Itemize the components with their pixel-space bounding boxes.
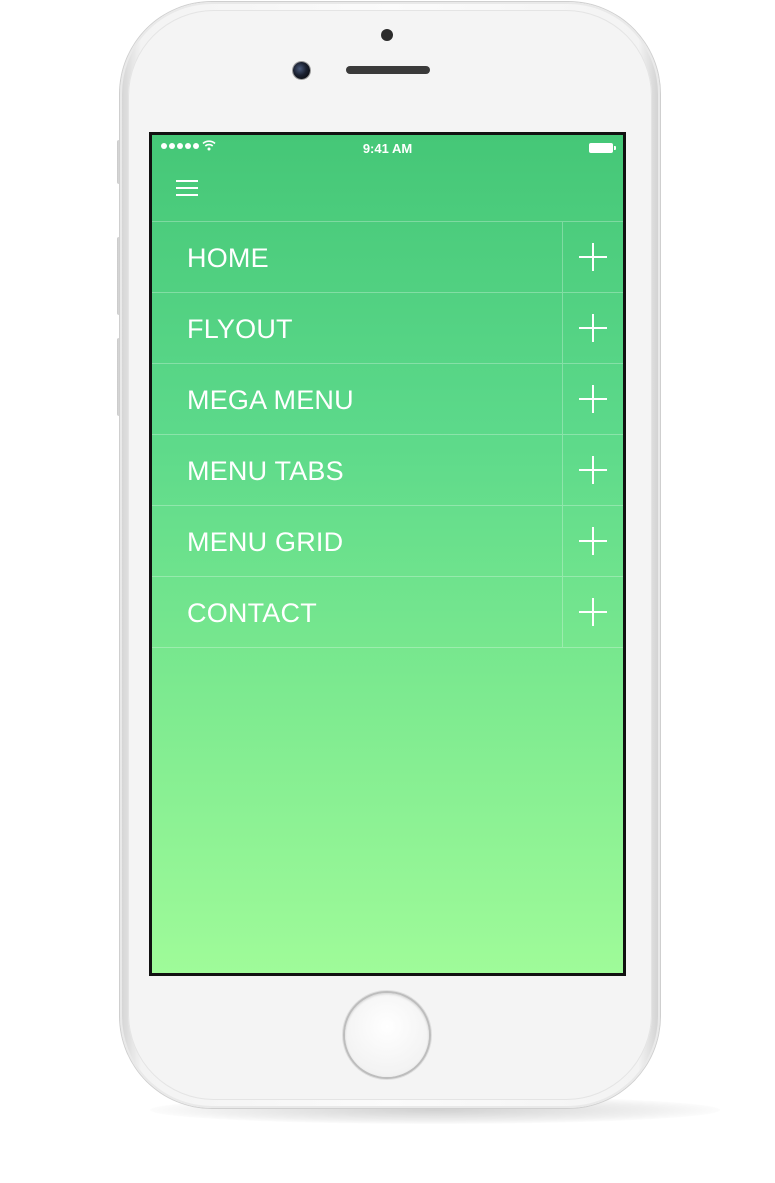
plus-icon — [579, 314, 607, 342]
expand-button[interactable] — [562, 222, 623, 292]
hamburger-menu-icon[interactable] — [176, 180, 198, 196]
plus-icon — [579, 385, 607, 413]
menu-item-label: MEGA MENU — [187, 385, 354, 415]
battery-icon — [589, 143, 616, 153]
expand-button[interactable] — [562, 506, 623, 576]
menu-item-label: MENU GRID — [187, 527, 344, 557]
plus-icon — [579, 456, 607, 484]
front-camera-icon — [293, 62, 310, 79]
phone-screen: 9:41 AM HOME FLYOUT MEGA MENU MENU TABS … — [149, 132, 626, 976]
expand-button[interactable] — [562, 577, 623, 647]
device-mockup: 9:41 AM HOME FLYOUT MEGA MENU MENU TABS … — [0, 0, 775, 1183]
menu-item-menu-tabs[interactable]: MENU TABS — [152, 434, 623, 505]
menu-item-label: CONTACT — [187, 598, 317, 628]
menu-item-label: FLYOUT — [187, 314, 293, 344]
expand-button[interactable] — [562, 435, 623, 505]
home-button[interactable] — [345, 993, 429, 1077]
proximity-sensor — [381, 29, 393, 41]
earpiece-speaker — [346, 66, 430, 74]
status-time: 9:41 AM — [362, 141, 413, 156]
menu-item-label: MENU TABS — [187, 456, 344, 486]
plus-icon — [579, 243, 607, 271]
menu-item-flyout[interactable]: FLYOUT — [152, 292, 623, 363]
status-bar: 9:41 AM — [152, 135, 623, 161]
menu-item-mega-menu[interactable]: MEGA MENU — [152, 363, 623, 434]
expand-button[interactable] — [562, 364, 623, 434]
top-bar — [152, 161, 623, 221]
nav-menu: HOME FLYOUT MEGA MENU MENU TABS MENU GRI… — [152, 221, 623, 648]
plus-icon — [579, 598, 607, 626]
menu-item-menu-grid[interactable]: MENU GRID — [152, 505, 623, 576]
expand-button[interactable] — [562, 293, 623, 363]
plus-icon — [579, 527, 607, 555]
menu-item-contact[interactable]: CONTACT — [152, 576, 623, 648]
menu-item-label: HOME — [187, 243, 269, 273]
menu-item-home[interactable]: HOME — [152, 221, 623, 292]
